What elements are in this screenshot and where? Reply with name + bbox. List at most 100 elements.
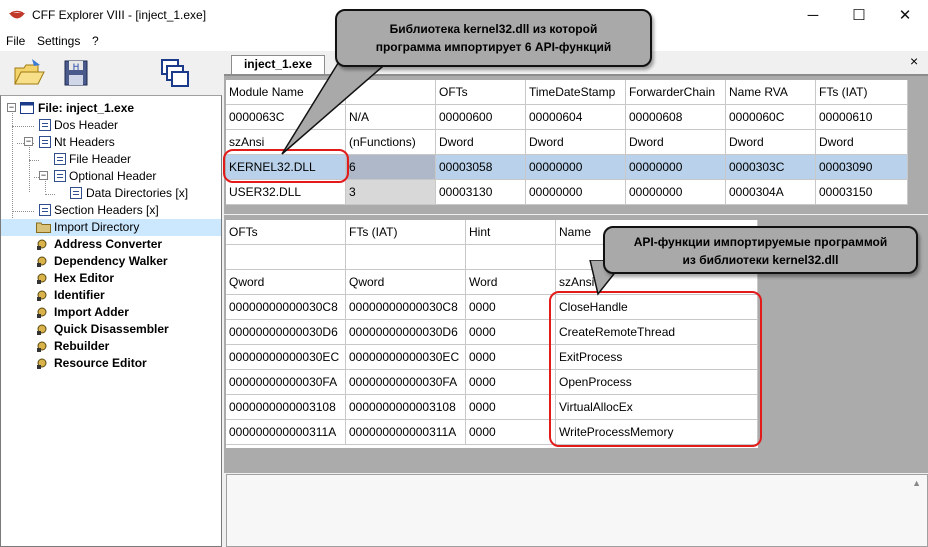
function-row-cell[interactable]: 00000000000030C8 — [346, 295, 466, 320]
blank-cell — [226, 245, 346, 270]
function-row-cell[interactable]: 000000000000311A — [346, 420, 466, 445]
minimize-button[interactable]: ─ — [790, 0, 836, 31]
module-row-cell[interactable]: 00003090 — [816, 155, 908, 180]
function-row-cell[interactable]: 00000000000030D6 — [346, 320, 466, 345]
function-row-cell[interactable]: 0000 — [466, 395, 556, 420]
tree-item-rebuilder[interactable]: Rebuilder — [1, 338, 221, 355]
function-row-cell[interactable]: 00000000000030FA — [226, 370, 346, 395]
tab-close-icon[interactable]: × — [910, 53, 918, 69]
column-header[interactable]: Name RVA — [726, 80, 816, 105]
function-row-cell[interactable]: 0000 — [466, 320, 556, 345]
module-row-cell[interactable]: 00003058 — [436, 155, 526, 180]
column-header[interactable]: TimeDateStamp — [526, 80, 626, 105]
function-row-cell[interactable]: 0000000000003108 — [226, 395, 346, 420]
tree-label: Identifier — [54, 288, 105, 302]
tool-icon — [37, 341, 47, 352]
module-row-cell[interactable]: 00000000 — [626, 180, 726, 205]
column-header[interactable]: OFTs — [226, 220, 346, 245]
module-info-cell[interactable]: Dword — [626, 130, 726, 155]
function-row-cell[interactable]: 00000000000030FA — [346, 370, 466, 395]
top-callout-pointer — [281, 60, 392, 155]
tree-item-address-converter[interactable]: Address Converter — [1, 236, 221, 253]
type-cell: Word — [466, 270, 556, 295]
column-header[interactable]: ForwarderChain — [626, 80, 726, 105]
tree-item-dependency-walker[interactable]: Dependency Walker — [1, 253, 221, 270]
tree-item-file-header[interactable]: File Header — [1, 151, 221, 168]
bottom-panel: ▲ — [226, 474, 928, 547]
tree-item-quick-disassembler[interactable]: Quick Disassembler — [1, 321, 221, 338]
function-row-cell[interactable]: 0000 — [466, 295, 556, 320]
module-info-cell[interactable]: 00000604 — [526, 105, 626, 130]
column-header[interactable]: OFTs — [436, 80, 526, 105]
tree-label: Import Adder — [54, 305, 129, 319]
tree-label: File Header — [69, 152, 132, 166]
module-info-cell[interactable]: Dword — [726, 130, 816, 155]
menu-help[interactable]: ? — [92, 34, 99, 48]
module-row-cell[interactable]: 0000303C — [726, 155, 816, 180]
blank-cell — [466, 245, 556, 270]
module-row-cell[interactable]: 3 — [346, 180, 436, 205]
module-info-cell[interactable]: 0000060C — [726, 105, 816, 130]
tree-item-file[interactable]: − File: inject_1.exe — [1, 100, 221, 117]
maximize-button[interactable]: ☐ — [836, 0, 882, 31]
module-info-cell[interactable]: 00000600 — [436, 105, 526, 130]
module-row-cell[interactable]: USER32.DLL — [226, 180, 346, 205]
function-row-cell[interactable]: 0000000000003108 — [346, 395, 466, 420]
tree-item-identifier[interactable]: Identifier — [1, 287, 221, 304]
function-row-cell[interactable]: 000000000000311A — [226, 420, 346, 445]
function-row-cell[interactable]: 00000000000030D6 — [226, 320, 346, 345]
function-row-cell[interactable]: 00000000000030EC — [346, 345, 466, 370]
tool-icon — [37, 358, 47, 369]
tree-item-resource-editor[interactable]: Resource Editor — [1, 355, 221, 372]
tree-label: Dos Header — [54, 118, 119, 132]
window-title: CFF Explorer VIII - [inject_1.exe] — [32, 8, 207, 22]
tree-item-import-directory[interactable]: Import Directory — [1, 219, 221, 236]
tool-icon — [37, 256, 47, 267]
tree-item-data-directories[interactable]: Data Directories [x] — [1, 185, 221, 202]
module-row-cell[interactable]: 00000000 — [526, 155, 626, 180]
annotation-text: Библиотека kernel32.dll из которой — [389, 22, 598, 36]
windows-icon[interactable] — [158, 56, 192, 90]
module-info-cell[interactable]: Dword — [436, 130, 526, 155]
column-header[interactable]: FTs (IAT) — [346, 220, 466, 245]
function-row-cell[interactable]: 0000 — [466, 345, 556, 370]
module-row-cell[interactable]: 00000000 — [526, 180, 626, 205]
save-file-icon[interactable]: H — [60, 56, 94, 90]
functions-highlight — [549, 291, 762, 447]
menu-settings[interactable]: Settings — [37, 34, 80, 48]
page-icon — [39, 119, 51, 131]
menu-file[interactable]: File — [6, 34, 25, 48]
module-row-cell[interactable]: 00003150 — [816, 180, 908, 205]
module-row-cell[interactable]: 00000000 — [626, 155, 726, 180]
folder-icon — [36, 222, 51, 233]
scroll-up-icon[interactable]: ▲ — [912, 478, 921, 488]
function-row-cell[interactable]: 0000 — [466, 420, 556, 445]
annotation-text: из библиотеки kernel32.dll — [682, 253, 839, 267]
collapse-icon[interactable]: − — [24, 137, 33, 146]
module-info-cell[interactable]: Dword — [526, 130, 626, 155]
function-row-cell[interactable]: 00000000000030C8 — [226, 295, 346, 320]
tool-icon — [37, 290, 47, 301]
module-info-cell[interactable]: 00000608 — [626, 105, 726, 130]
page-icon — [54, 153, 66, 165]
collapse-icon[interactable]: − — [39, 171, 48, 180]
module-row-cell[interactable]: 00003130 — [436, 180, 526, 205]
tree-item-section-headers[interactable]: Section Headers [x] — [1, 202, 221, 219]
tree-item-hex-editor[interactable]: Hex Editor — [1, 270, 221, 287]
module-info-cell[interactable]: Dword — [816, 130, 908, 155]
function-row-cell[interactable]: 00000000000030EC — [226, 345, 346, 370]
tree-item-dos-header[interactable]: Dos Header — [1, 117, 221, 134]
function-row-cell[interactable]: 0000 — [466, 370, 556, 395]
page-icon — [39, 136, 51, 148]
tree-item-optional-header[interactable]: − Optional Header — [1, 168, 221, 185]
module-row-cell[interactable]: 0000304A — [726, 180, 816, 205]
collapse-icon[interactable]: − — [7, 103, 16, 112]
tree-item-import-adder[interactable]: Import Adder — [1, 304, 221, 321]
open-file-icon[interactable] — [12, 56, 46, 90]
column-header[interactable]: Hint — [466, 220, 556, 245]
column-header[interactable]: FTs (IAT) — [816, 80, 908, 105]
tree-item-nt-headers[interactable]: − Nt Headers — [1, 134, 221, 151]
module-info-cell[interactable]: 00000610 — [816, 105, 908, 130]
close-button[interactable]: ✕ — [882, 0, 928, 31]
type-cell: Qword — [226, 270, 346, 295]
